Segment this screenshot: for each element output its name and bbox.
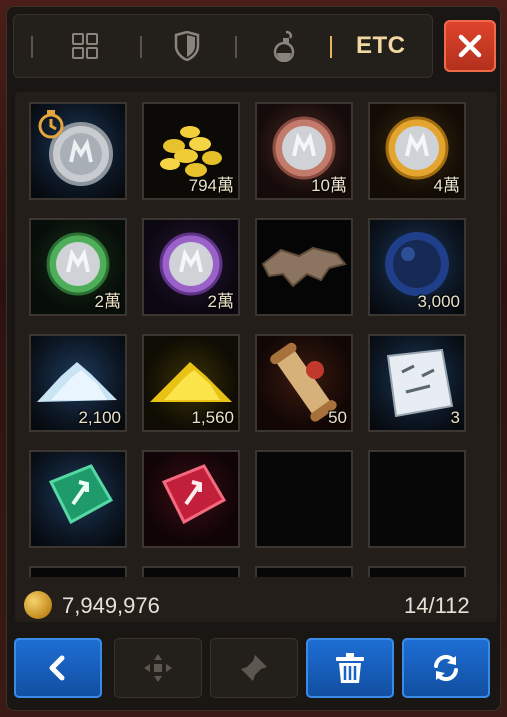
empty-slot[interactable]: [368, 450, 466, 548]
grid-icon: [72, 33, 98, 59]
item-quantity: 1,560: [191, 408, 234, 427]
item-quantity: 3,000: [417, 292, 460, 311]
item-quantity: 10萬: [311, 176, 347, 195]
item-slot[interactable]: 10萬: [255, 102, 353, 200]
item-slot[interactable]: 3: [368, 334, 466, 432]
tab-bar: ETC: [13, 14, 433, 78]
bottom-toolbar: [14, 634, 504, 702]
red-gem-icon: [161, 464, 227, 525]
item-slot[interactable]: 3,000: [368, 218, 466, 316]
gold-amount: 7,949,976: [62, 593, 160, 618]
item-slot[interactable]: 4萬: [368, 102, 466, 200]
item-slot[interactable]: 2萬: [142, 218, 240, 316]
silver-coin-timer-icon: [38, 110, 113, 186]
move-icon: [144, 654, 172, 682]
item-slot[interactable]: 794萬: [142, 102, 240, 200]
item-slot[interactable]: 2,100: [29, 334, 127, 432]
item-quantity: 794萬: [188, 176, 234, 195]
tab-grid[interactable]: [67, 28, 103, 64]
pin-icon: [241, 655, 267, 681]
item-quantity: 50: [328, 408, 347, 427]
refresh-button[interactable]: [402, 638, 490, 698]
item-slot[interactable]: 2萬: [29, 218, 127, 316]
close-button[interactable]: [444, 20, 496, 72]
item-grid: 794萬 10萬 4萬 2萬 2萬 3,000 2,100 1,560 50 3: [15, 92, 497, 622]
tab-equipment[interactable]: [169, 28, 205, 64]
tab-separator: [140, 36, 142, 58]
tab-separator: [31, 36, 33, 58]
item-slot[interactable]: [142, 450, 240, 548]
item-quantity: 4萬: [433, 176, 460, 195]
item-slot[interactable]: [29, 102, 127, 200]
item-quantity: 2萬: [94, 292, 121, 311]
potion-icon: [273, 30, 295, 62]
item-slot[interactable]: 50: [255, 334, 353, 432]
back-button[interactable]: [14, 638, 102, 698]
move-button[interactable]: [114, 638, 202, 698]
pin-button[interactable]: [210, 638, 298, 698]
shield-icon: [174, 31, 200, 61]
gold-coin-icon: [24, 591, 52, 619]
trash-button[interactable]: [306, 638, 394, 698]
inventory-panel: ETC 794萬 10萬 4萬 2萬 2萬 3,000 2,100 1,560 …: [6, 6, 501, 711]
leather-hide-icon: [261, 246, 347, 288]
close-icon: [458, 34, 482, 58]
green-gem-icon: [48, 464, 114, 525]
item-quantity: 3: [450, 408, 460, 427]
inventory-capacity: 14/112: [404, 593, 470, 618]
tab-consumables[interactable]: [266, 28, 302, 64]
tab-separator: [235, 36, 237, 58]
tab-separator-active: [330, 36, 332, 58]
item-slot[interactable]: 1,560: [142, 334, 240, 432]
chevron-left-icon: [49, 655, 65, 681]
tab-etc[interactable]: ETC: [356, 32, 406, 60]
item-quantity: 2,100: [78, 408, 121, 427]
empty-slot[interactable]: [255, 450, 353, 548]
item-slot[interactable]: [29, 450, 127, 548]
item-quantity: 2萬: [207, 292, 234, 311]
refresh-icon: [434, 654, 458, 682]
trash-icon: [336, 653, 364, 683]
item-slot[interactable]: [255, 218, 353, 316]
